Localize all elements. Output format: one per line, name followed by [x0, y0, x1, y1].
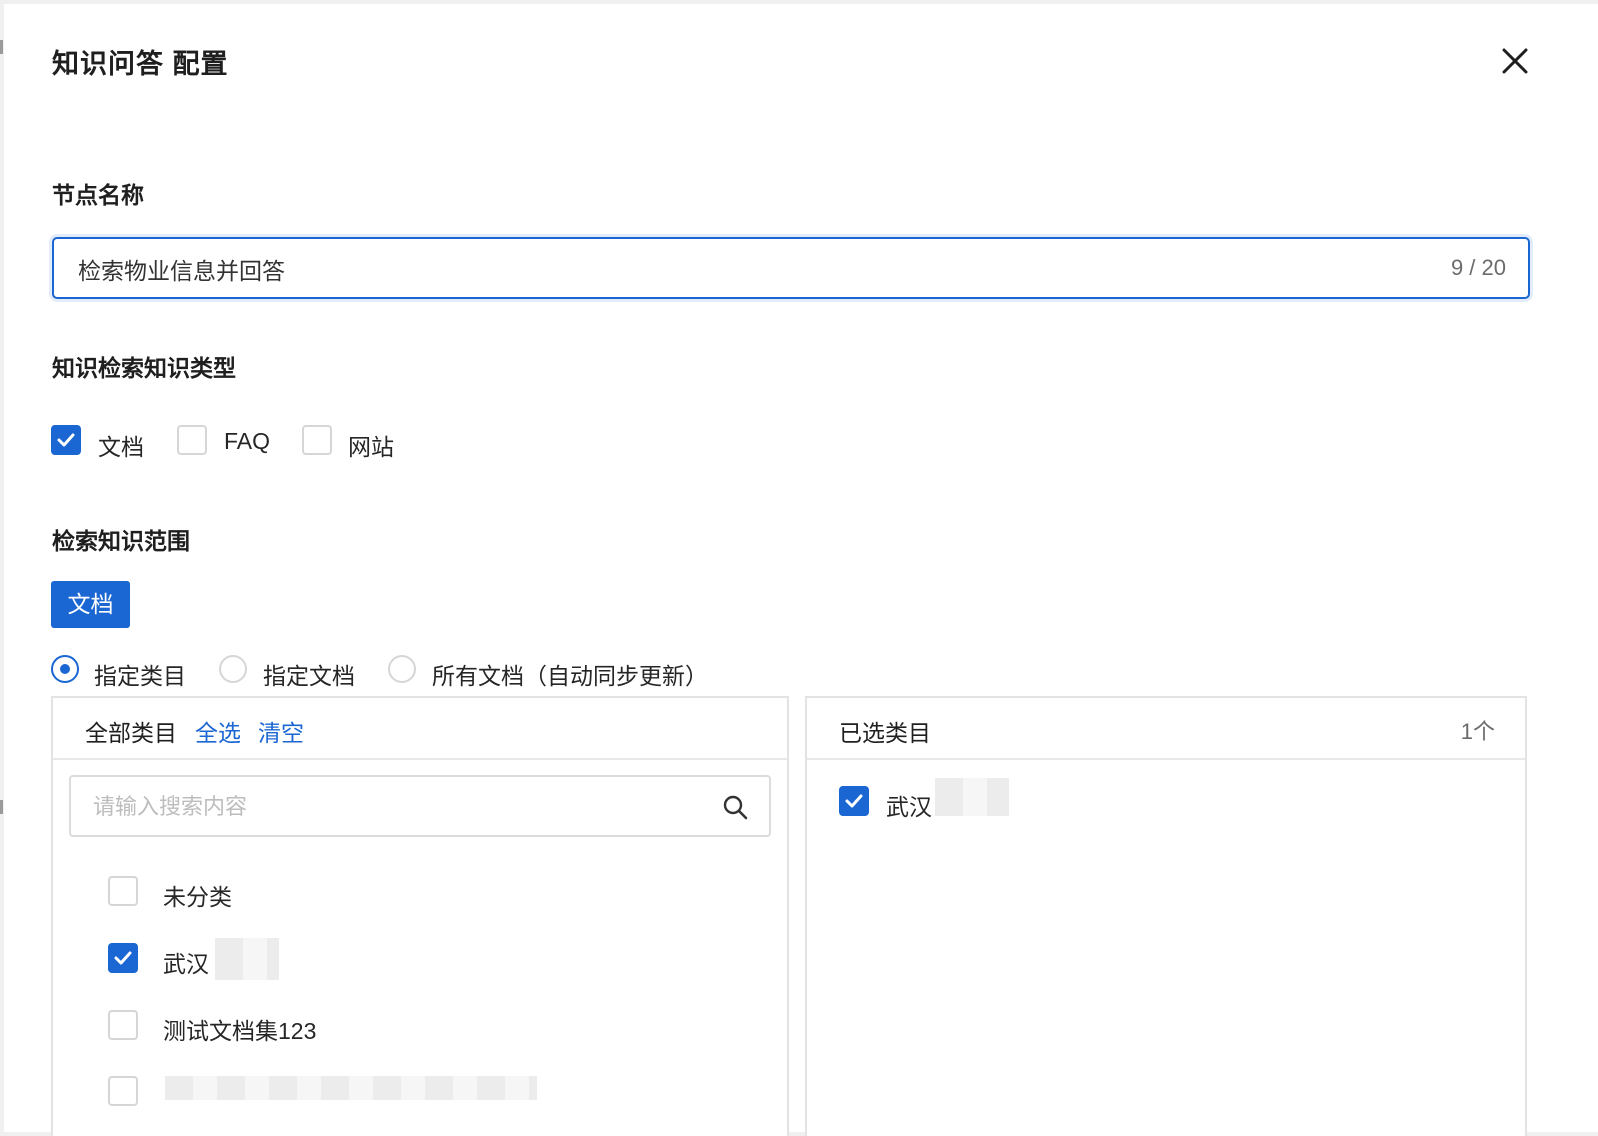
config-dialog: 知识问答 配置 节点名称 9 / 20 知识检索知识类型 文档 FAQ 网站 检… [4, 4, 1598, 1136]
category-checkbox-uncategorized[interactable] [108, 876, 138, 906]
radio-specified-category-label: 指定类目 [94, 663, 186, 689]
scope-label: 检索知识范围 [52, 528, 190, 554]
radio-specified-doc-label: 指定文档 [263, 663, 355, 689]
node-name-input[interactable] [76, 239, 1380, 299]
check-icon [114, 951, 132, 965]
selected-checkbox-wuhan[interactable] [839, 786, 869, 816]
select-all-link[interactable]: 全选 [195, 714, 241, 748]
radio-all-docs-label: 所有文档（自动同步更新） [432, 663, 708, 689]
type-doc-checkbox[interactable] [51, 425, 81, 455]
edge-mark [0, 800, 3, 814]
selected-categories-panel: 已选类目 1个 武汉 [805, 696, 1527, 1136]
redacted-text [935, 778, 1009, 816]
type-website-label: 网站 [348, 434, 394, 460]
type-faq-checkbox[interactable] [177, 425, 207, 455]
close-icon [1502, 48, 1528, 74]
category-search[interactable] [69, 775, 771, 837]
char-counter: 9 / 20 [1450, 255, 1506, 280]
category-label-uncategorized: 未分类 [163, 884, 232, 910]
check-icon [57, 433, 75, 447]
close-button[interactable] [1496, 42, 1534, 80]
knowledge-type-label: 知识检索知识类型 [52, 355, 236, 381]
category-checkbox-wuhan[interactable] [108, 943, 138, 973]
clear-link[interactable]: 清空 [258, 714, 304, 748]
radio-specified-category[interactable] [51, 655, 79, 683]
category-label-test: 测试文档集123 [163, 1018, 317, 1044]
type-doc-label: 文档 [98, 434, 144, 460]
all-categories-title: 全部类目 [85, 720, 177, 746]
search-input[interactable] [91, 777, 695, 837]
search-icon[interactable] [721, 793, 749, 821]
radio-all-docs[interactable] [388, 655, 416, 683]
type-faq-label: FAQ [224, 428, 271, 454]
all-categories-panel: 全部类目 全选 清空 未分类 武汉 测试文档集123 [51, 696, 789, 1136]
selected-count: 1个 [1460, 719, 1495, 744]
category-label-wuhan: 武汉 [163, 951, 209, 977]
category-checkbox-redacted[interactable] [108, 1076, 138, 1106]
redacted-text [215, 938, 279, 980]
selected-categories-header: 已选类目 1个 [807, 698, 1525, 760]
all-categories-header: 全部类目 全选 清空 [53, 698, 787, 760]
category-checkbox-test[interactable] [108, 1010, 138, 1040]
tab-doc[interactable]: 文档 [51, 581, 130, 628]
node-name-label: 节点名称 [52, 182, 144, 208]
selected-label-wuhan: 武汉 [886, 794, 932, 820]
selected-categories-title: 已选类目 [839, 720, 931, 746]
edge-mark [0, 40, 3, 54]
radio-specified-doc[interactable] [219, 655, 247, 683]
node-name-field[interactable]: 9 / 20 [52, 237, 1530, 299]
dialog-title: 知识问答 配置 [52, 49, 229, 79]
type-website-checkbox[interactable] [302, 425, 332, 455]
check-icon [845, 794, 863, 808]
redacted-text [165, 1076, 537, 1100]
